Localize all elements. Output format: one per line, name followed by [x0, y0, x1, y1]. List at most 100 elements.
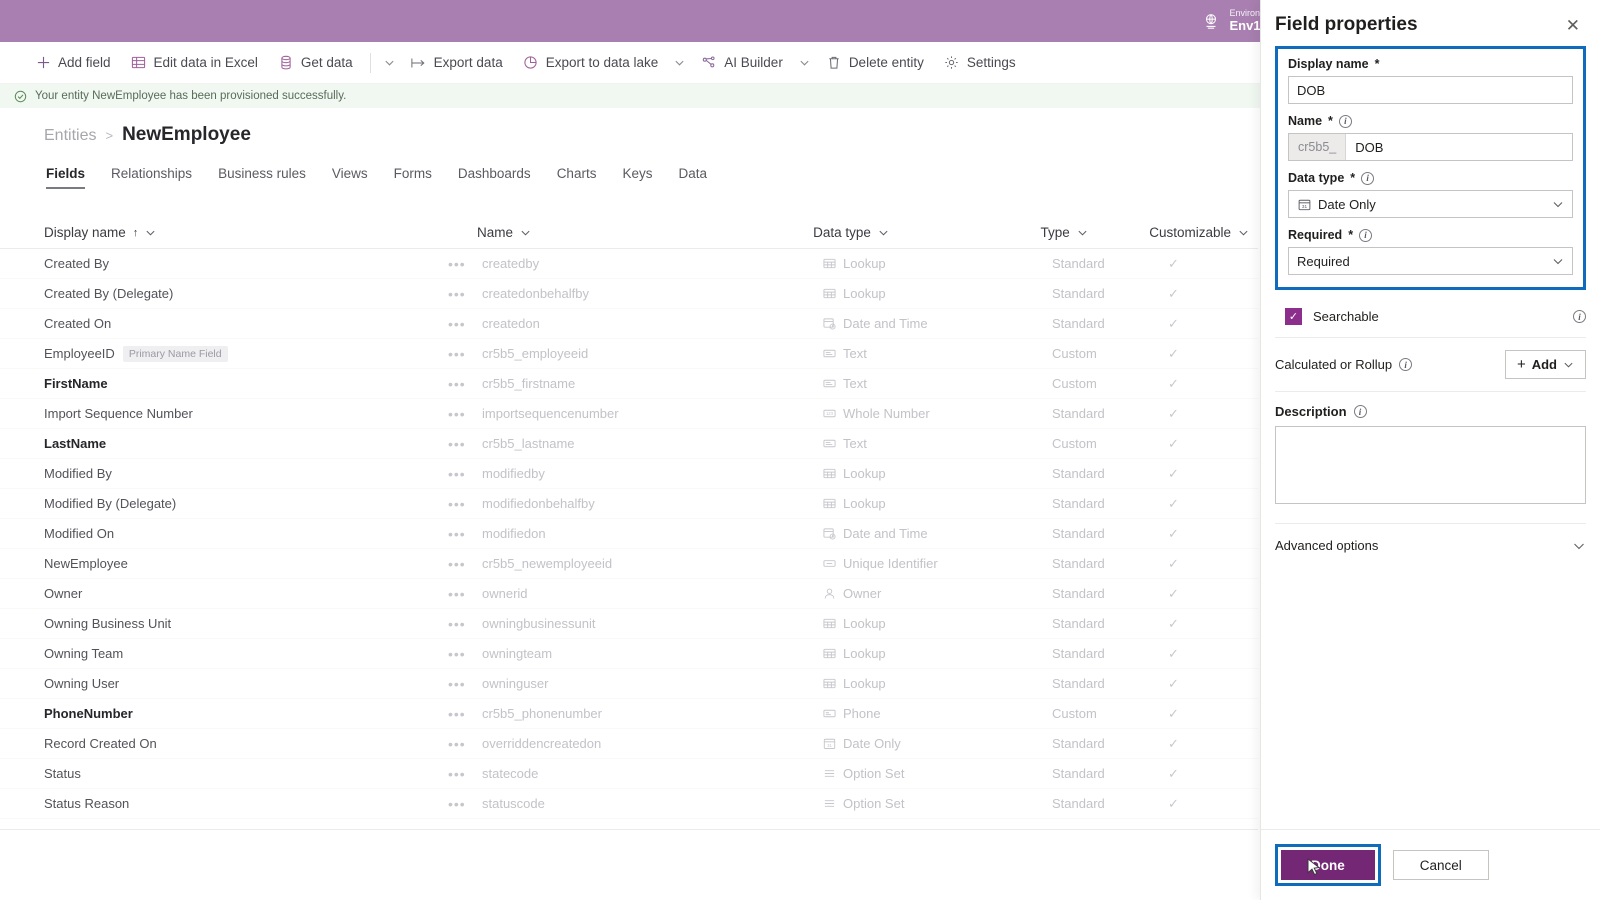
row-menu-button[interactable]: ••• — [448, 346, 482, 362]
table-row[interactable]: Created On ••• createdon Date and Time Stand… — [0, 309, 1258, 339]
tab-views[interactable]: Views — [319, 162, 381, 189]
row-menu-button[interactable]: ••• — [448, 796, 482, 812]
tab-business-rules[interactable]: Business rules — [205, 162, 319, 189]
row-menu-button[interactable]: ••• — [448, 556, 482, 572]
add-field-button[interactable]: Add field — [26, 49, 120, 77]
tab-dashboards[interactable]: Dashboards — [445, 162, 544, 189]
row-menu-button[interactable]: ••• — [448, 526, 482, 542]
cancel-button[interactable]: Cancel — [1392, 850, 1489, 880]
description-textarea[interactable] — [1275, 426, 1586, 504]
row-menu-button[interactable]: ••• — [448, 616, 482, 632]
delete-entity-button[interactable]: Delete entity — [817, 49, 933, 77]
tab-fields[interactable]: Fields — [44, 162, 98, 189]
cell-data-type-text: Lookup — [843, 466, 886, 481]
done-button[interactable]: Done — [1281, 850, 1375, 880]
edit-data-in-excel-button[interactable]: Edit data in Excel — [122, 49, 267, 77]
lookup-icon — [822, 647, 836, 661]
row-menu-button[interactable]: ••• — [448, 466, 482, 482]
advanced-options-row[interactable]: Advanced options — [1275, 524, 1586, 567]
add-calculated-rollup-button[interactable]: + Add — [1504, 350, 1586, 379]
export-data-button[interactable]: Export data — [402, 49, 512, 77]
column-header-display-name[interactable]: Display name ↑ — [44, 225, 443, 240]
table-row[interactable]: Import Sequence Number ••• importsequencen… — [0, 399, 1258, 429]
chevron-down-icon[interactable] — [1572, 539, 1586, 553]
row-menu-button[interactable]: ••• — [448, 376, 482, 392]
table-row[interactable]: Status ••• statecode Option Set Standard ✓ — [0, 759, 1258, 789]
column-header-name[interactable]: Name — [477, 225, 813, 240]
text-icon — [822, 377, 836, 391]
display-name-input[interactable] — [1288, 76, 1573, 104]
chevron-down-icon[interactable] — [520, 227, 531, 238]
ai-builder-button[interactable]: AI Builder — [692, 49, 792, 77]
data-type-dropdown[interactable]: 31 Date Only — [1288, 190, 1573, 218]
chevron-down-icon[interactable] — [1552, 255, 1564, 267]
tab-data[interactable]: Data — [665, 162, 720, 189]
check-icon: ✓ — [1168, 465, 1179, 481]
tab-forms[interactable]: Forms — [381, 162, 445, 189]
table-row[interactable]: Created By ••• createdby Lookup Standard ✓ — [0, 249, 1258, 279]
table-row[interactable]: Status Reason ••• statuscode Option Set Stan… — [0, 789, 1258, 819]
info-icon[interactable]: i — [1338, 114, 1352, 128]
row-menu-button[interactable]: ••• — [448, 256, 482, 272]
row-menu-button[interactable]: ••• — [448, 766, 482, 782]
table-row[interactable]: FirstName ••• cr5b5_firstname Text Custom ✓ — [0, 369, 1258, 399]
tab-keys[interactable]: Keys — [609, 162, 665, 189]
ai-builder-icon — [701, 55, 717, 71]
export-to-data-lake-chevron-down-icon[interactable] — [669, 51, 690, 74]
breadcrumb-entities-link[interactable]: Entities — [44, 127, 96, 145]
row-menu-button[interactable]: ••• — [448, 706, 482, 722]
table-row[interactable]: Owning User ••• owninguser Lookup Standard ✓ — [0, 669, 1258, 699]
info-icon[interactable]: i — [1359, 228, 1373, 242]
ai-builder-chevron-down-icon[interactable] — [794, 51, 815, 74]
searchable-row[interactable]: ✓ Searchable i — [1275, 302, 1586, 337]
tab-charts[interactable]: Charts — [544, 162, 610, 189]
chevron-down-icon[interactable] — [145, 227, 156, 238]
table-row[interactable]: Owning Business Unit ••• owningbusinessuni… — [0, 609, 1258, 639]
get-data-button[interactable]: Get data — [269, 49, 362, 77]
close-icon[interactable]: ✕ — [1560, 15, 1586, 36]
chevron-down-icon[interactable] — [1077, 227, 1088, 238]
check-icon: ✓ — [1168, 525, 1179, 541]
table-row[interactable]: EmployeeID Primary Name Field ••• cr5b5_emp… — [0, 339, 1258, 369]
cell-display-name: Owner — [44, 586, 448, 601]
searchable-checkbox[interactable]: ✓ — [1285, 308, 1302, 325]
chevron-down-icon[interactable] — [878, 227, 889, 238]
info-icon[interactable]: i — [1573, 310, 1586, 323]
row-menu-button[interactable]: ••• — [448, 736, 482, 752]
info-icon[interactable]: i — [1353, 405, 1367, 418]
table-row[interactable]: Modified On ••• modifiedon Date and Time Sta… — [0, 519, 1258, 549]
get-data-chevron-down-icon[interactable] — [379, 51, 400, 74]
column-header-customizable[interactable]: Customizable — [1149, 225, 1258, 240]
name-input[interactable] — [1346, 134, 1572, 160]
person-icon — [822, 587, 836, 601]
table-row[interactable]: Record Created On ••• overriddencreatedon 3… — [0, 729, 1258, 759]
row-menu-button[interactable]: ••• — [448, 676, 482, 692]
table-row[interactable]: Modified By (Delegate) ••• modifiedonbehal… — [0, 489, 1258, 519]
row-menu-button[interactable]: ••• — [448, 436, 482, 452]
required-dropdown[interactable]: Required — [1288, 247, 1573, 275]
row-menu-button[interactable]: ••• — [448, 496, 482, 512]
info-icon[interactable]: i — [1361, 171, 1375, 185]
settings-button[interactable]: Settings — [935, 49, 1025, 77]
cell-type: Standard — [1052, 496, 1105, 511]
table-row[interactable]: Modified By ••• modifiedby Lookup Standard ✓ — [0, 459, 1258, 489]
table-row[interactable]: PhoneNumber ••• cr5b5_phonenumber Phone Cust… — [0, 699, 1258, 729]
info-icon[interactable]: i — [1399, 358, 1413, 371]
table-row[interactable]: Created By (Delegate) ••• createdonbehalfb… — [0, 279, 1258, 309]
chevron-down-icon[interactable] — [1238, 227, 1249, 238]
row-menu-button[interactable]: ••• — [448, 586, 482, 602]
row-menu-button[interactable]: ••• — [448, 406, 482, 422]
column-header-data-type[interactable]: Data type — [813, 225, 1040, 240]
cell-data-type-text: Unique Identifier — [843, 556, 938, 571]
export-to-data-lake-button[interactable]: Export to data lake — [514, 49, 668, 77]
table-row[interactable]: Owner ••• ownerid Owner Standard ✓ — [0, 579, 1258, 609]
row-menu-button[interactable]: ••• — [448, 286, 482, 302]
column-header-type[interactable]: Type — [1041, 225, 1150, 240]
row-menu-button[interactable]: ••• — [448, 316, 482, 332]
table-row[interactable]: LastName ••• cr5b5_lastname Text Custom ✓ — [0, 429, 1258, 459]
chevron-down-icon[interactable] — [1552, 198, 1564, 210]
table-row[interactable]: NewEmployee ••• cr5b5_newemployeeid Unique … — [0, 549, 1258, 579]
tab-relationships[interactable]: Relationships — [98, 162, 205, 189]
table-row[interactable]: Owning Team ••• owningteam Lookup Standard ✓ — [0, 639, 1258, 669]
row-menu-button[interactable]: ••• — [448, 646, 482, 662]
